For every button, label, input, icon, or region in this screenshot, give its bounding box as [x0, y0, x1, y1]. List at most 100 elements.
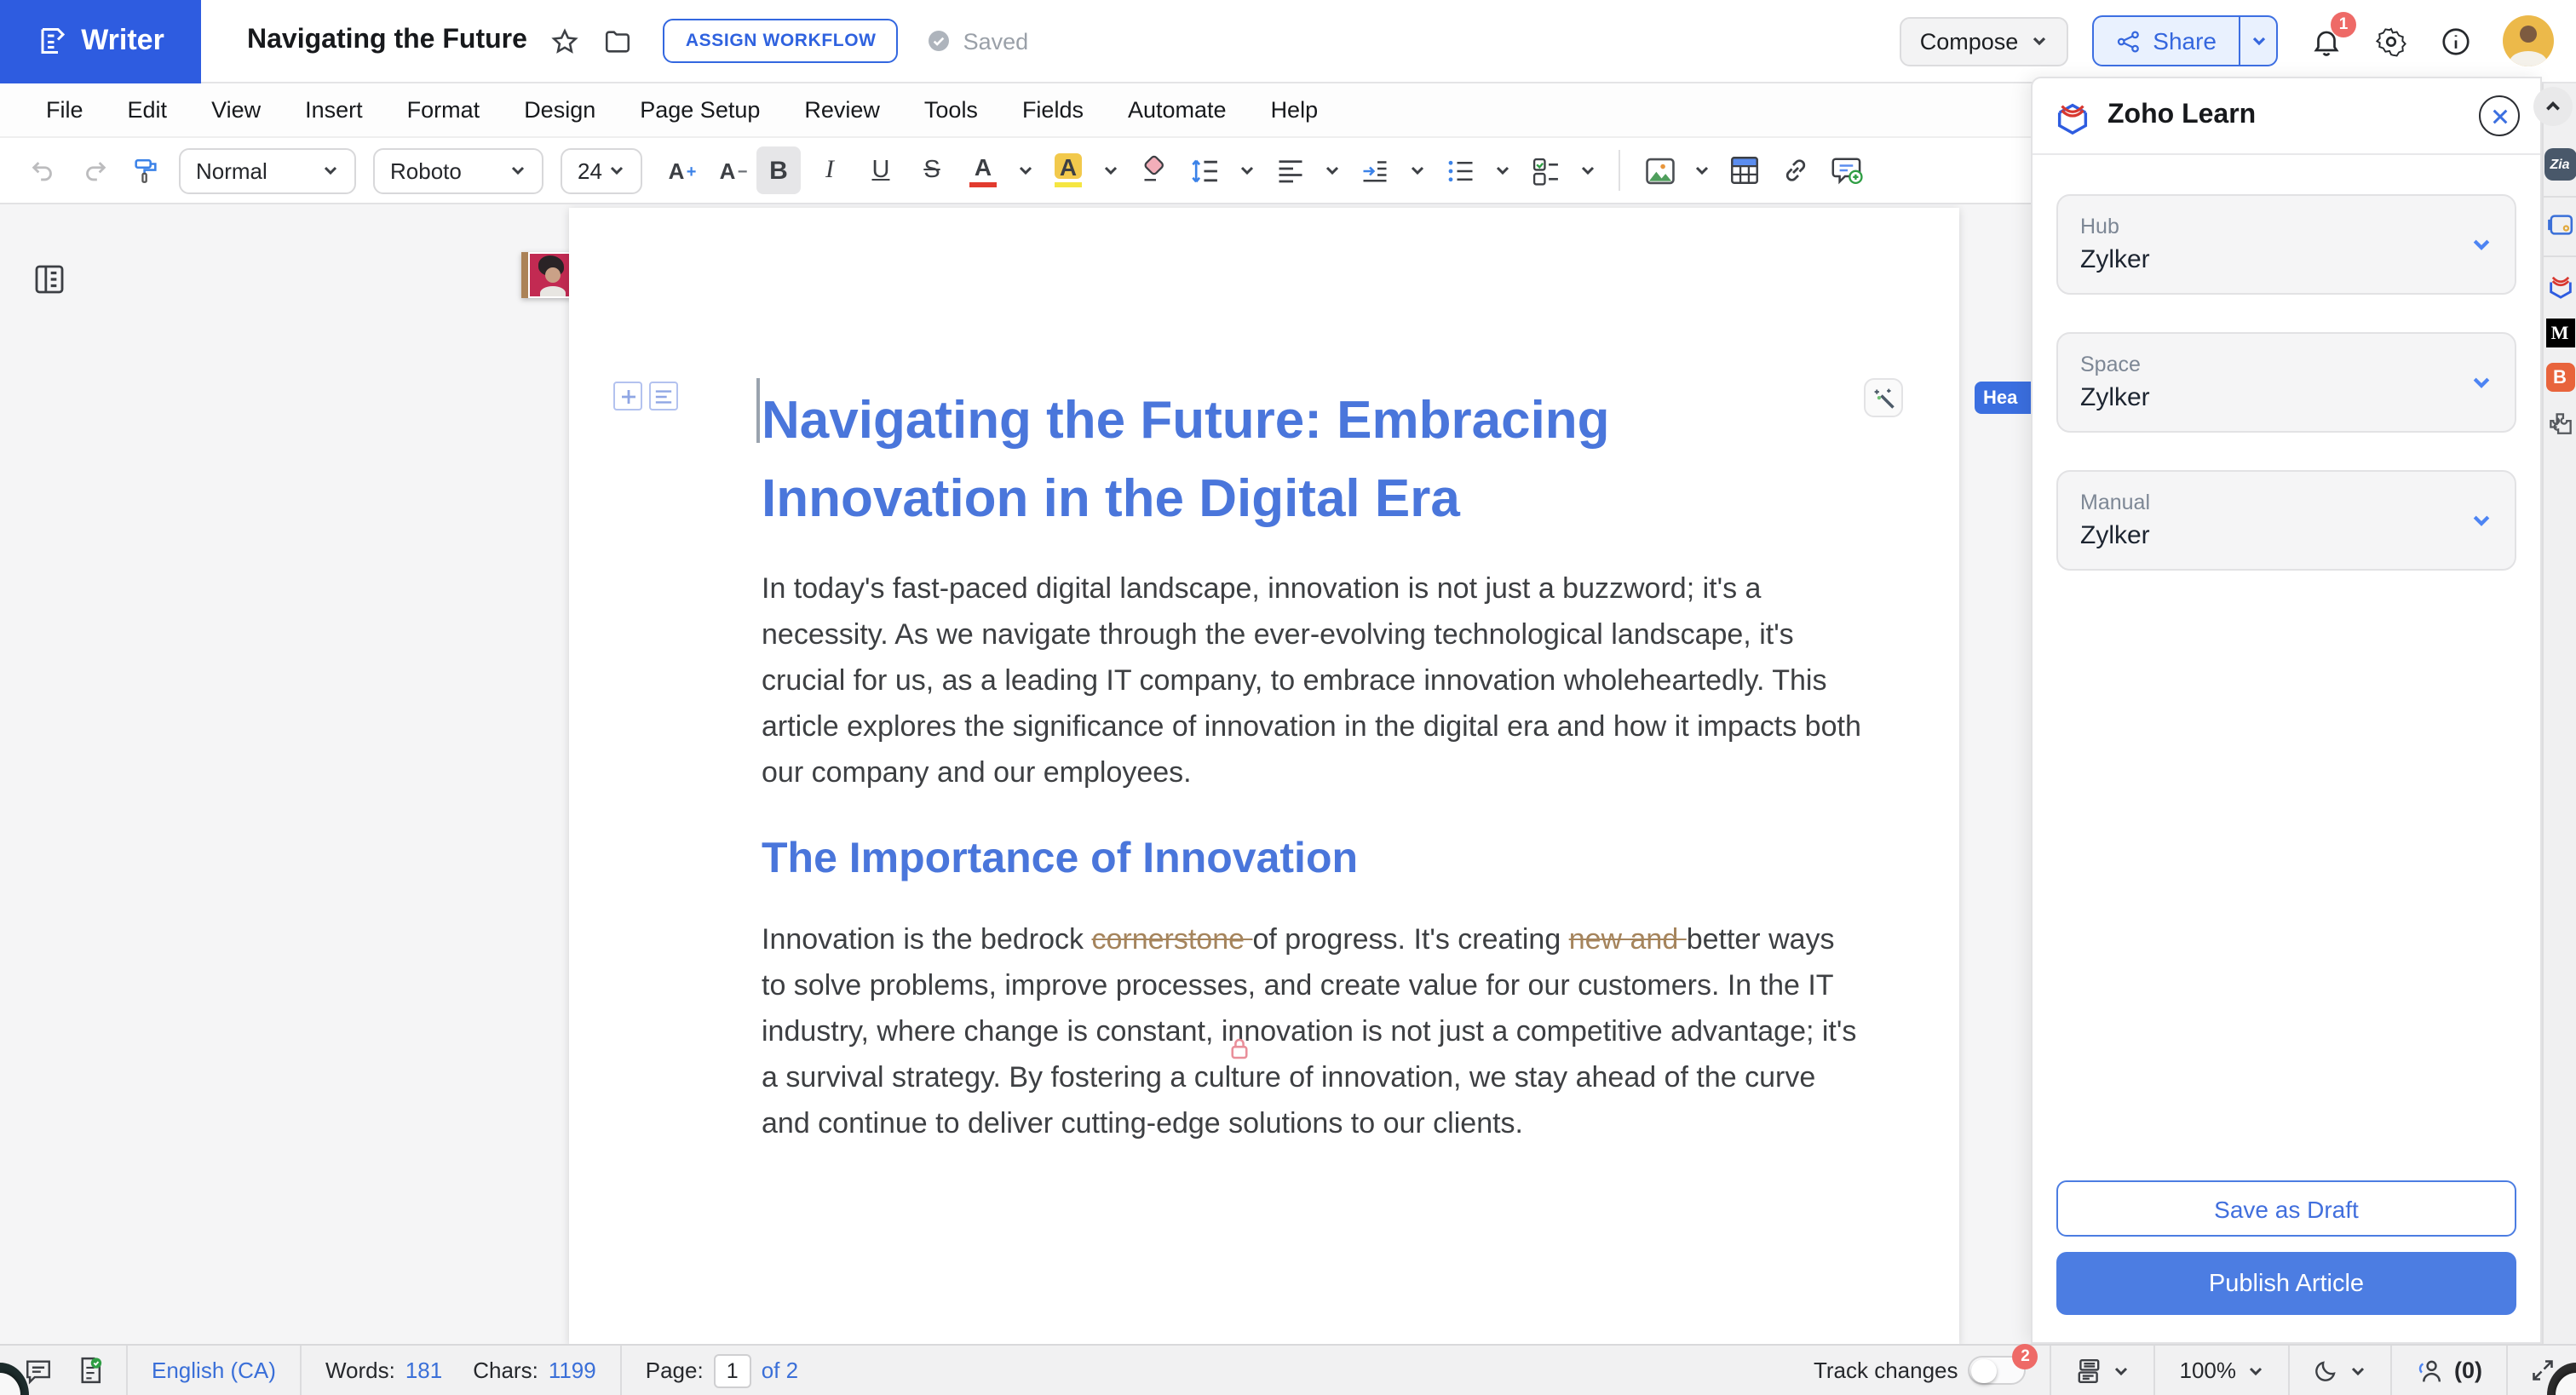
align-dropdown[interactable]	[1319, 146, 1346, 194]
deleted-text[interactable]: cornerstone	[1091, 923, 1252, 956]
paragraph-1[interactable]: In today's fast-paced digital landscape,…	[762, 565, 1866, 795]
spellcheck-button[interactable]	[77, 1356, 104, 1385]
line-spacing-dropdown[interactable]	[1233, 146, 1261, 194]
menu-fields[interactable]: Fields	[1000, 97, 1106, 123]
publish-article-button[interactable]: Publish Article	[2056, 1252, 2516, 1315]
highlight-color-button[interactable]: A	[1046, 146, 1090, 194]
manual-select[interactable]: Manual Zylker	[2056, 470, 2516, 571]
collapse-rail-button[interactable]	[2533, 87, 2573, 126]
line-spacing-button[interactable]	[1182, 146, 1227, 194]
menu-review[interactable]: Review	[782, 97, 902, 123]
word-count[interactable]: Words: 181 Chars: 1199	[312, 1358, 610, 1383]
menu-edit[interactable]: Edit	[106, 97, 190, 123]
share-button[interactable]: Share	[2091, 15, 2239, 66]
decrease-font-button[interactable]: A−	[705, 146, 750, 194]
insert-image-button[interactable]	[1637, 146, 1682, 194]
language-selector[interactable]: English (CA)	[138, 1358, 290, 1383]
add-comment-button[interactable]	[1825, 146, 1869, 194]
save-as-draft-button[interactable]: Save as Draft	[2056, 1180, 2516, 1237]
insert-image-dropdown[interactable]	[1688, 146, 1716, 194]
chevron-down-icon	[509, 162, 526, 179]
menu-help[interactable]: Help	[1249, 97, 1341, 123]
menu-page-setup[interactable]: Page Setup	[618, 97, 782, 123]
comment-add-icon	[1831, 155, 1863, 186]
redo-button[interactable]	[72, 146, 116, 194]
menu-insert[interactable]: Insert	[283, 97, 385, 123]
indent-button[interactable]	[1353, 146, 1397, 194]
favorite-star-icon[interactable]	[551, 26, 580, 55]
insert-table-button[interactable]	[1722, 146, 1767, 194]
menu-format[interactable]: Format	[385, 97, 503, 123]
add-block-icon[interactable]	[613, 382, 642, 410]
redo-icon	[79, 156, 108, 185]
bullet-list-dropdown[interactable]	[1489, 146, 1516, 194]
doc-heading-1[interactable]: Navigating the Future: Embracing Innovat…	[762, 382, 1852, 538]
info-button[interactable]	[2440, 25, 2472, 57]
bullet-list-button[interactable]	[1438, 146, 1482, 194]
highlight-color-dropdown[interactable]	[1097, 146, 1124, 194]
night-mode-control[interactable]	[2299, 1358, 2379, 1383]
chevron-down-icon	[1017, 162, 1034, 179]
insert-link-button[interactable]	[1774, 146, 1818, 194]
ai-assistant-button[interactable]	[1864, 378, 1903, 417]
notifications-button[interactable]: 1	[2310, 25, 2343, 57]
medium-icon[interactable]: M	[2545, 319, 2574, 347]
menu-design[interactable]: Design	[502, 97, 618, 123]
format-painter-button[interactable]	[123, 146, 167, 194]
assign-workflow-button[interactable]: ASSIGN WORKFLOW	[664, 19, 899, 63]
zoho-learn-rail-icon[interactable]	[2545, 271, 2574, 300]
italic-button[interactable]: I	[808, 146, 852, 194]
clear-formatting-button[interactable]	[1131, 146, 1176, 194]
chevron-down-icon	[1324, 162, 1341, 179]
wallet-icon[interactable]	[2546, 213, 2573, 237]
extensions-puzzle-icon[interactable]	[2546, 410, 2573, 438]
font-family-select[interactable]: Roboto	[373, 147, 543, 193]
share-dropdown-button[interactable]	[2239, 15, 2278, 66]
checklist-button[interactable]	[1523, 146, 1567, 194]
strikethrough-button[interactable]: S	[910, 146, 954, 194]
writer-logo[interactable]: Writer	[0, 0, 201, 83]
deleted-text[interactable]: new and	[1569, 923, 1687, 956]
font-size-select[interactable]: 24	[561, 147, 642, 193]
menu-automate[interactable]: Automate	[1106, 97, 1249, 123]
paragraph-2[interactable]: Innovation is the bedrock cornerstone of…	[762, 916, 1866, 1146]
folder-icon[interactable]	[604, 26, 633, 55]
checklist-dropdown[interactable]	[1574, 146, 1601, 194]
block-handles	[613, 382, 678, 410]
document-title[interactable]: Navigating the Future	[247, 26, 527, 56]
align-button[interactable]	[1268, 146, 1312, 194]
compose-button[interactable]: Compose	[1900, 16, 2068, 66]
indent-dropdown[interactable]	[1404, 146, 1431, 194]
undo-button[interactable]	[20, 146, 65, 194]
hub-select[interactable]: Hub Zylker	[2056, 194, 2516, 295]
chevron-up-icon	[2544, 97, 2562, 116]
settings-button[interactable]	[2375, 25, 2407, 57]
blogger-icon[interactable]: B	[2545, 363, 2574, 392]
document-outline-button[interactable]	[27, 257, 72, 301]
increase-font-button[interactable]: A+	[654, 146, 699, 194]
user-avatar[interactable]	[2503, 15, 2554, 66]
hub-label: Hub	[2080, 215, 2150, 238]
underline-button[interactable]: U	[859, 146, 903, 194]
track-changes-badge: 2	[2013, 1344, 2038, 1369]
menu-tools[interactable]: Tools	[902, 97, 1000, 123]
paragraph-style-select[interactable]: Normal	[179, 147, 356, 193]
drag-block-icon[interactable]	[649, 382, 678, 410]
page-view-selector[interactable]	[2062, 1357, 2144, 1384]
document-page[interactable]: Navigating the Future: Embracing Innovat…	[569, 208, 1959, 1344]
menu-file[interactable]: File	[24, 97, 106, 123]
menu-view[interactable]: View	[189, 97, 283, 123]
bold-button[interactable]: B	[756, 146, 801, 194]
track-changes-toggle[interactable]: 2	[1969, 1356, 2027, 1385]
zia-icon[interactable]: Zia	[2544, 148, 2576, 181]
collaborators-control[interactable]: (0)	[2401, 1357, 2496, 1384]
font-color-dropdown[interactable]	[1012, 146, 1039, 194]
zoom-control[interactable]: 100%	[2166, 1358, 2278, 1383]
font-color-button[interactable]: A	[961, 146, 1005, 194]
chevron-down-icon	[2349, 1362, 2366, 1379]
space-select[interactable]: Space Zylker	[2056, 332, 2516, 433]
comments-button[interactable]	[24, 1357, 53, 1384]
close-panel-button[interactable]	[2479, 95, 2520, 136]
doc-heading-2[interactable]: The Importance of Innovation	[762, 835, 1780, 884]
page-number-input[interactable]: 1	[714, 1353, 751, 1387]
